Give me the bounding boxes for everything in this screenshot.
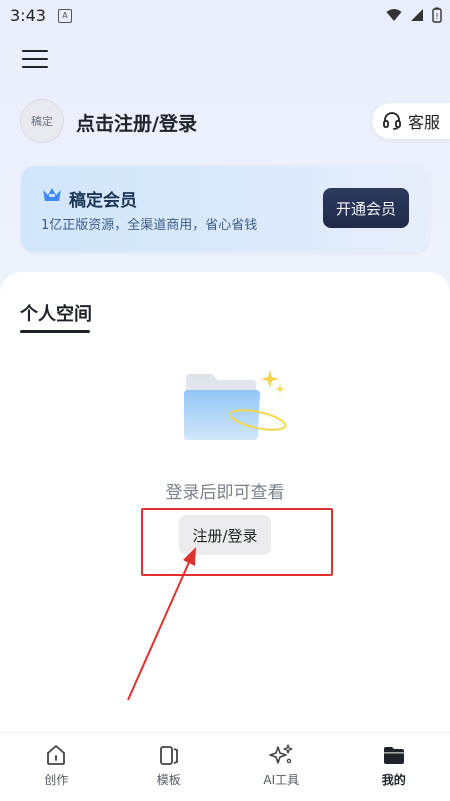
status-icons: !	[386, 7, 442, 23]
menu-icon[interactable]	[22, 48, 48, 70]
notification-icon: A	[58, 9, 72, 23]
tab-underline	[20, 330, 90, 333]
customer-service-label: 客服	[408, 109, 440, 133]
nav-item-create[interactable]: 创作	[0, 733, 113, 801]
tab-personal-space[interactable]: 个人空间	[20, 300, 92, 326]
customer-service-button[interactable]: 客服	[372, 103, 450, 139]
battery-icon: !	[432, 7, 442, 23]
nav-label: 创作	[44, 771, 68, 788]
headset-icon	[382, 111, 402, 131]
home-icon	[44, 743, 68, 767]
avatar[interactable]: 稿定	[20, 99, 64, 143]
open-vip-button[interactable]: 开通会员	[323, 188, 409, 228]
vip-card[interactable]: 稿定会员 1亿正版资源，全渠道商用，省心省钱 开通会员	[21, 166, 429, 252]
nav-item-templates[interactable]: 模板	[113, 733, 226, 801]
folder-icon	[382, 743, 406, 767]
svg-text:!: !	[435, 12, 438, 21]
vip-title: 稿定会员	[69, 186, 137, 211]
crown-icon	[41, 186, 63, 204]
empty-state-text: 登录后即可查看	[0, 478, 450, 503]
personal-space-panel: 个人空间 登录后即可查看 注册/登录	[0, 272, 450, 732]
status-time: 3:43	[10, 6, 46, 25]
nav-label: 我的	[382, 771, 406, 788]
bottom-nav: 创作 模板 AI工具 我的	[0, 732, 450, 801]
register-login-button[interactable]: 注册/登录	[179, 515, 271, 555]
nav-item-mine[interactable]: 我的	[338, 733, 450, 801]
nav-label: 模板	[157, 771, 181, 788]
login-prompt[interactable]: 点击注册/登录	[76, 109, 197, 136]
wifi-icon	[386, 8, 402, 22]
nav-label: AI工具	[263, 771, 299, 788]
empty-folder-icon	[182, 368, 292, 448]
status-bar: 3:43 A !	[0, 0, 450, 32]
signal-icon	[410, 8, 424, 22]
nav-item-ai-tools[interactable]: AI工具	[225, 733, 338, 801]
vip-description: 1亿正版资源，全渠道商用，省心省钱	[41, 214, 257, 233]
sparkle-icon	[268, 743, 294, 767]
template-icon	[157, 743, 181, 767]
